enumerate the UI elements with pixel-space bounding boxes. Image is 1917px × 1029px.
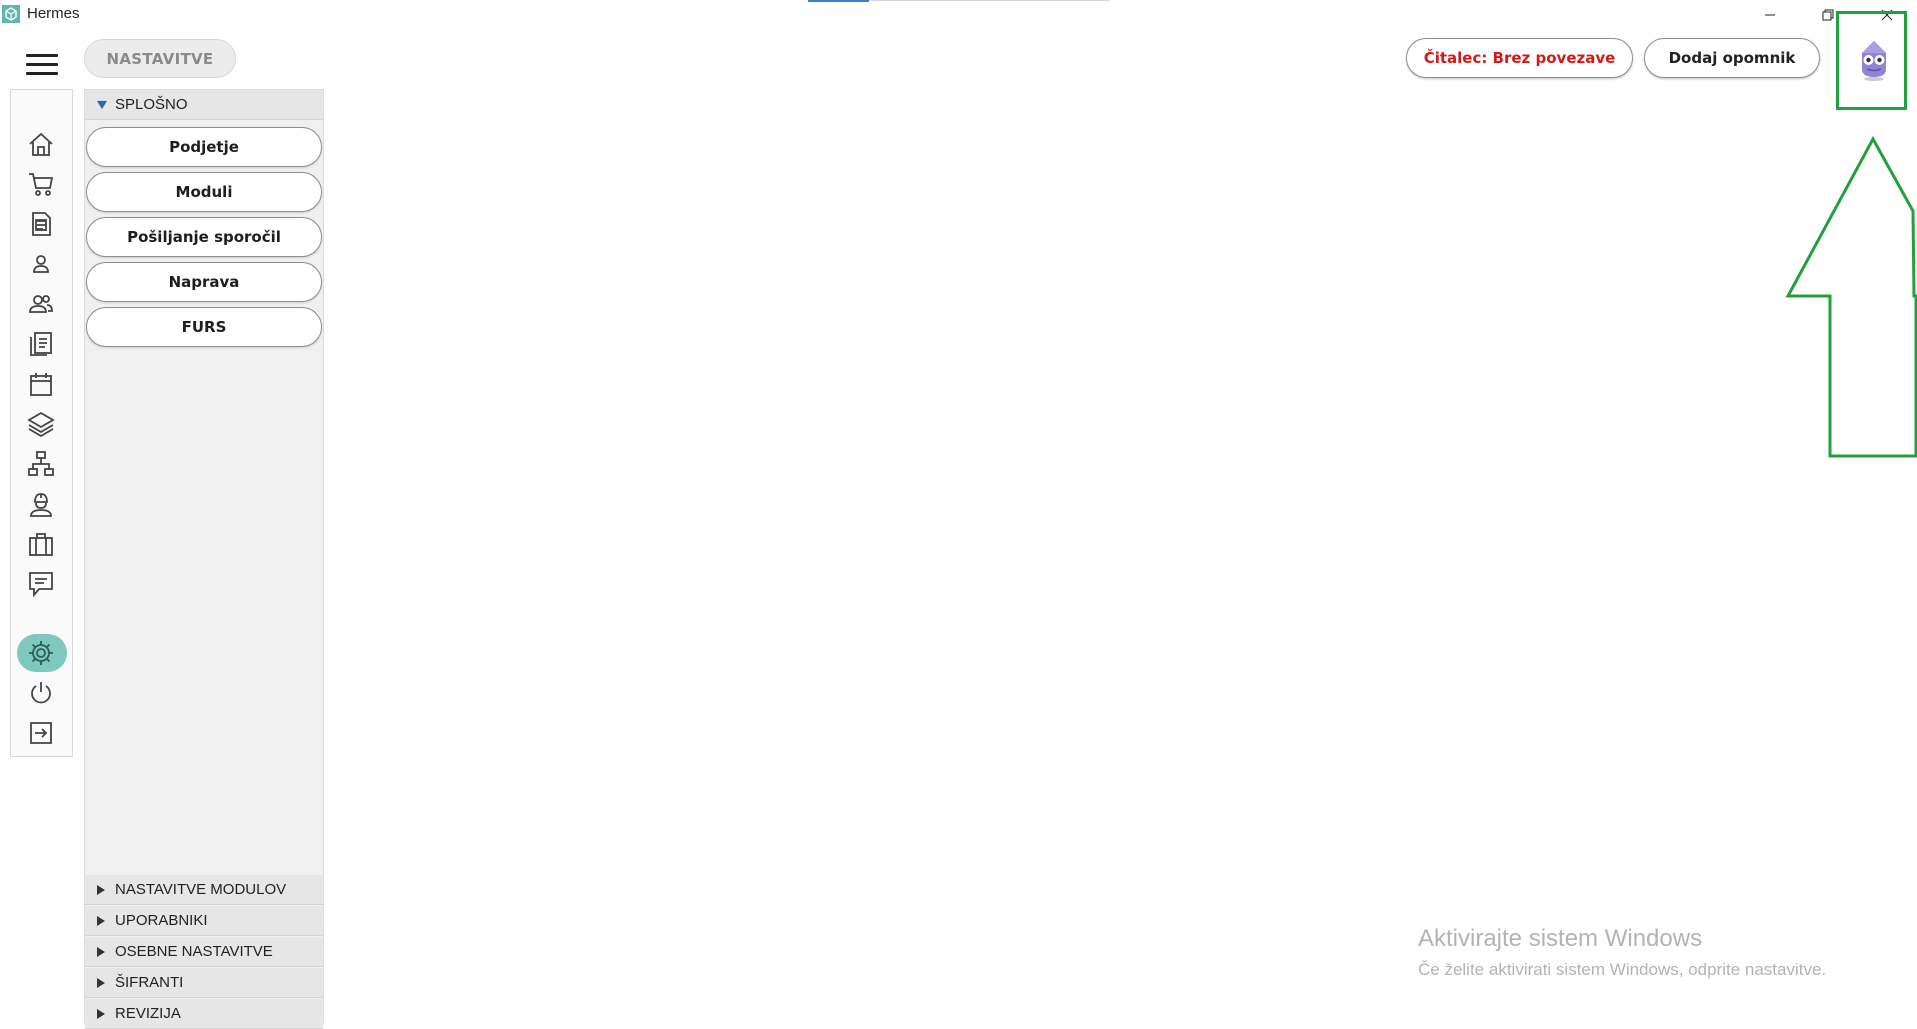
list-icon[interactable] — [27, 330, 55, 358]
triangle-right-icon — [97, 977, 107, 988]
logout-icon[interactable] — [27, 719, 55, 747]
triangle-right-icon — [97, 1008, 107, 1019]
calendar-icon[interactable] — [27, 370, 55, 398]
minimize-icon — [1765, 14, 1775, 16]
worker-icon[interactable] — [27, 490, 55, 518]
section-nastavitve-modulov[interactable]: NASTAVITVE MODULOV — [85, 875, 323, 905]
nav-rail — [10, 89, 73, 757]
tab-nastavitve[interactable]: NASTAVITVE — [84, 39, 236, 78]
triangle-down-icon — [97, 100, 107, 110]
up-arrow-annotation-icon — [1785, 136, 1917, 458]
settings-panel: SPLOŠNO Podjetje Moduli Pošiljanje sporo… — [84, 89, 324, 1029]
triangle-right-icon — [97, 946, 107, 957]
section-sifranti[interactable]: ŠIFRANTI — [85, 968, 323, 998]
avatar-highlight-frame — [1836, 11, 1907, 110]
menu-toggle-button[interactable] — [26, 54, 58, 76]
reader-status-button[interactable]: Čitalec: Brez povezave — [1406, 38, 1633, 78]
minimize-button[interactable] — [1750, 2, 1790, 28]
message-icon[interactable] — [27, 570, 55, 598]
title-accent-line — [869, 0, 1109, 1]
activation-watermark-subtitle: Če želite aktivirati sistem Windows, odp… — [1418, 960, 1827, 979]
hamburger-line — [26, 54, 58, 57]
section-label: NASTAVITVE MODULOV — [115, 881, 287, 898]
section-revizija[interactable]: REVIZIJA — [85, 999, 323, 1029]
section-label: SPLOŠNO — [115, 96, 188, 113]
home-icon[interactable] — [27, 130, 55, 158]
section-osebne-nastavitve[interactable]: OSEBNE NASTAVITVE — [85, 937, 323, 967]
briefcase-icon[interactable] — [27, 530, 55, 558]
hamburger-line — [26, 63, 58, 66]
triangle-right-icon — [97, 915, 107, 926]
title-accent-bar — [808, 0, 869, 2]
restore-icon — [1822, 9, 1834, 21]
hermes-logo-icon — [2, 5, 20, 23]
people-icon[interactable] — [27, 290, 55, 318]
gear-icon[interactable] — [27, 639, 55, 667]
menu-item-moduli[interactable]: Moduli — [86, 172, 322, 212]
menu-item-podjetje[interactable]: Podjetje — [86, 127, 322, 167]
section-label: OSEBNE NASTAVITVE — [115, 943, 273, 960]
section-uporabniki[interactable]: UPORABNIKI — [85, 906, 323, 936]
activation-watermark-title: Aktivirajte sistem Windows — [1418, 925, 1703, 952]
cart-icon[interactable] — [27, 170, 55, 198]
power-icon[interactable] — [27, 679, 55, 707]
layers-icon[interactable] — [27, 410, 55, 438]
section-label: ŠIFRANTI — [115, 974, 184, 991]
document-icon[interactable] — [27, 210, 55, 238]
person-icon[interactable] — [27, 250, 55, 278]
add-reminder-button[interactable]: Dodaj opomnik — [1644, 38, 1820, 78]
hamburger-line — [26, 72, 58, 75]
menu-item-furs[interactable]: FURS — [86, 307, 322, 347]
menu-item-naprava[interactable]: Naprava — [86, 262, 322, 302]
section-label: REVIZIJA — [115, 1005, 181, 1022]
triangle-right-icon — [97, 884, 107, 895]
network-icon[interactable] — [27, 450, 55, 478]
section-label: UPORABNIKI — [115, 912, 208, 929]
section-splosno[interactable]: SPLOŠNO — [85, 90, 323, 120]
title-bar: Hermes — [0, 0, 1917, 28]
window-title: Hermes — [27, 5, 80, 22]
menu-item-posiljanje-sporocil[interactable]: Pošiljanje sporočil — [86, 217, 322, 257]
